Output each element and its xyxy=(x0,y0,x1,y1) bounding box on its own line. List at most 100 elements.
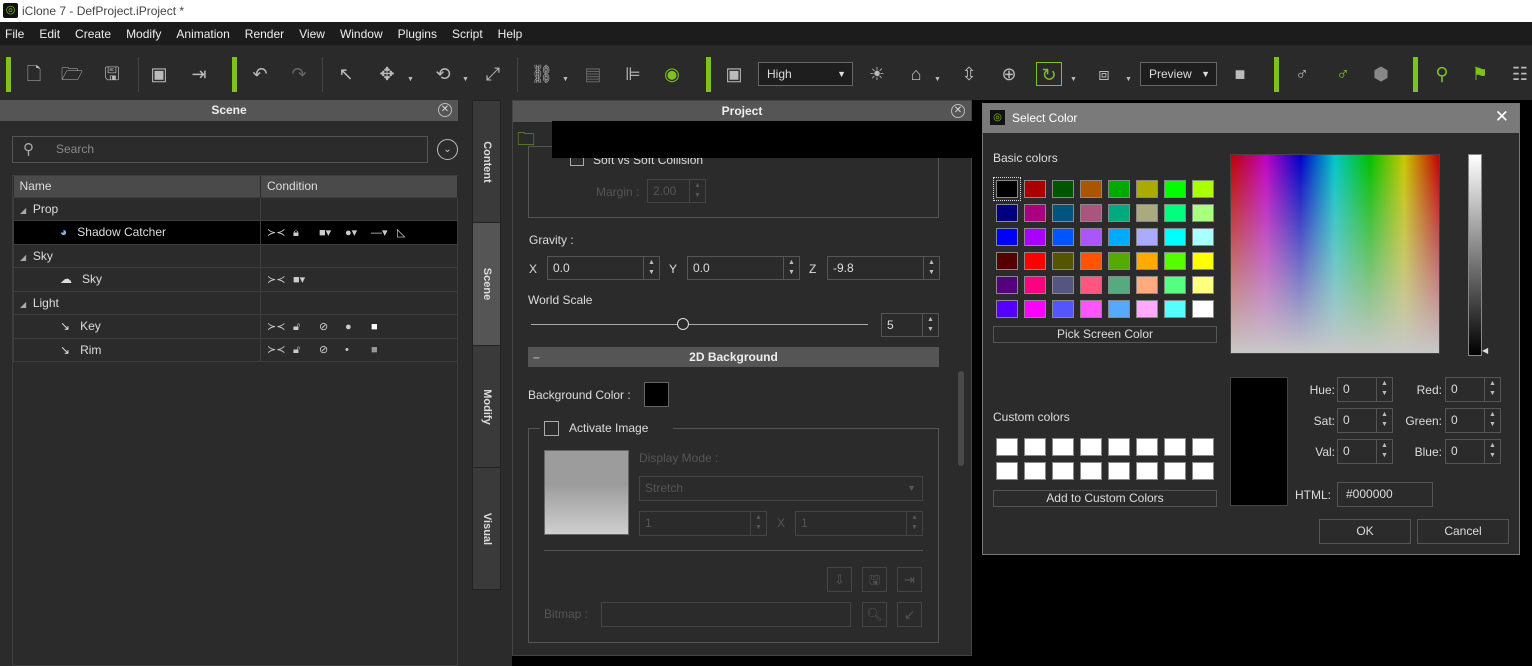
tab-visual[interactable]: Visual xyxy=(472,467,501,590)
browse-folder-icon[interactable]: 🔍︎ xyxy=(862,602,887,627)
home-dropdown-icon[interactable]: ▼ xyxy=(934,76,941,83)
menu-view[interactable]: View xyxy=(299,22,325,45)
shadow-icon[interactable]: ◺ xyxy=(397,226,423,239)
load-image-icon[interactable]: ⇩ xyxy=(827,567,852,592)
menu-render[interactable]: Render xyxy=(245,22,284,45)
pan-icon[interactable]: ⊕ xyxy=(996,62,1022,86)
spinner-arrows-icon[interactable]: ▲ ▼ xyxy=(1376,440,1392,463)
custom-color-swatch[interactable] xyxy=(1164,438,1186,456)
light-color-swatch[interactable]: ■ xyxy=(371,344,397,356)
ok-button[interactable]: OK xyxy=(1319,519,1411,544)
expand-triangle-icon[interactable]: ◢ xyxy=(20,206,26,215)
basic-color-swatch[interactable] xyxy=(996,204,1018,222)
basic-color-swatch[interactable] xyxy=(1164,180,1186,198)
lock-icon[interactable]: 🔒︎ xyxy=(293,227,319,240)
spinner-arrows-icon[interactable]: ▲ ▼ xyxy=(783,257,799,279)
hue-input[interactable]: 0 ▲ ▼ xyxy=(1337,377,1393,402)
home-icon[interactable]: ⌂ xyxy=(903,62,929,86)
spinner-arrows-icon[interactable]: ▲ ▼ xyxy=(689,180,705,202)
light-color-swatch[interactable]: ■ xyxy=(371,321,397,333)
layout-icon[interactable]: ▣ xyxy=(721,62,747,86)
expand-triangle-icon[interactable]: ◢ xyxy=(20,253,26,262)
save-icon[interactable]: 🖫 xyxy=(99,62,125,86)
add-to-custom-colors-button[interactable]: Add to Custom Colors xyxy=(993,490,1217,507)
tab-modify[interactable]: Modify xyxy=(472,345,501,468)
cubes-icon[interactable]: ⬢ xyxy=(1368,62,1394,86)
zoom-vertical-icon[interactable]: ⇳ xyxy=(956,62,982,86)
basic-color-swatch[interactable] xyxy=(1192,180,1214,198)
spinner-arrows-icon[interactable]: ▲ ▼ xyxy=(906,512,922,535)
red-input[interactable]: 0 ▲ ▼ xyxy=(1445,377,1501,402)
basic-color-swatch[interactable] xyxy=(1024,276,1046,294)
move-icon[interactable]: ✥ xyxy=(374,62,400,86)
basic-color-swatch[interactable] xyxy=(1052,204,1074,222)
tree-row-light-group[interactable]: ◢ Light xyxy=(13,290,458,315)
disable-icon[interactable]: ⊘ xyxy=(319,343,345,356)
new-file-icon[interactable]: 🗋 xyxy=(21,62,47,86)
basic-color-swatch[interactable] xyxy=(1024,300,1046,318)
menu-create[interactable]: Create xyxy=(75,22,111,45)
custom-color-swatch[interactable] xyxy=(1024,462,1046,480)
camera-icon[interactable]: ■ xyxy=(1227,62,1253,86)
basic-color-swatch[interactable] xyxy=(1024,180,1046,198)
visibility-icon[interactable]: ≻≺ xyxy=(267,320,293,333)
spinner-arrows-icon[interactable]: ▲ ▼ xyxy=(1484,440,1500,463)
basic-color-swatch[interactable] xyxy=(1192,228,1214,246)
val-input[interactable]: 0 ▲ ▼ xyxy=(1337,439,1393,464)
spinner-arrows-icon[interactable]: ▲ ▼ xyxy=(1376,378,1392,401)
column-condition[interactable]: Condition xyxy=(260,176,458,197)
gravity-z-input[interactable]: -9.8 ▲ ▼ xyxy=(827,256,940,280)
spinner-arrows-icon[interactable]: ▲ ▼ xyxy=(643,257,659,279)
align-disabled-icon[interactable]: ▤ xyxy=(580,62,606,86)
margin-input[interactable]: 2.00 ▲ ▼ xyxy=(647,179,706,203)
menu-help[interactable]: Help xyxy=(498,22,523,45)
custom-color-swatch[interactable] xyxy=(996,438,1018,456)
search-input[interactable]: ⚲ Search xyxy=(12,136,428,163)
close-icon[interactable]: ✕ xyxy=(1495,107,1509,127)
basic-color-swatch[interactable] xyxy=(1024,252,1046,270)
basic-color-swatch[interactable] xyxy=(1052,276,1074,294)
basic-color-swatch[interactable] xyxy=(1080,180,1102,198)
tree-row-prop[interactable]: ◢ Prop xyxy=(13,196,458,221)
basic-color-swatch[interactable] xyxy=(1052,228,1074,246)
gravity-x-input[interactable]: 0.0 ▲ ▼ xyxy=(547,256,660,280)
orbit-icon[interactable]: ↻ xyxy=(1036,62,1062,86)
blue-input[interactable]: 0 ▲ ▼ xyxy=(1445,439,1501,464)
basic-color-swatch[interactable] xyxy=(1192,300,1214,318)
basic-color-swatch[interactable] xyxy=(1108,204,1130,222)
unlock-icon[interactable]: 🔓︎ xyxy=(293,344,319,357)
tile-y-input[interactable]: 1 ▲ ▼ xyxy=(795,511,923,536)
align-icon[interactable]: ⊫ xyxy=(620,62,646,86)
basic-color-swatch[interactable] xyxy=(1136,204,1158,222)
save-image-icon[interactable]: 🖫 xyxy=(862,567,887,592)
custom-color-swatch[interactable] xyxy=(996,462,1018,480)
tree-row-sky-group[interactable]: ◢ Sky xyxy=(13,243,458,268)
custom-color-swatch[interactable] xyxy=(1164,462,1186,480)
tree-row-shadow-catcher[interactable]: ◕ Shadow Catcher ≻≺ 🔒︎ ■▾ ●▾ —▾ ◺ xyxy=(13,220,458,245)
basic-color-swatch[interactable] xyxy=(1192,276,1214,294)
basic-color-swatch[interactable] xyxy=(1108,252,1130,270)
tab-scene[interactable]: Scene xyxy=(472,222,501,346)
expand-triangle-icon[interactable]: ◢ xyxy=(20,300,26,309)
basic-color-swatch[interactable] xyxy=(1108,276,1130,294)
disable-icon[interactable]: ⊘ xyxy=(319,320,345,333)
tree-row-rim[interactable]: ↘ Rim ≻≺ 🔓︎ ⊘ • ■ xyxy=(13,337,458,362)
menu-script[interactable]: Script xyxy=(452,22,483,45)
basic-color-swatch[interactable] xyxy=(1052,180,1074,198)
line-icon[interactable]: —▾ xyxy=(371,226,397,239)
basic-color-swatch[interactable] xyxy=(1164,300,1186,318)
physics-view-icon[interactable]: ♂ xyxy=(1330,62,1356,86)
custom-color-swatch[interactable] xyxy=(1024,438,1046,456)
spinner-arrows-icon[interactable]: ▲ ▼ xyxy=(922,314,938,336)
tab-content[interactable]: Content xyxy=(472,100,501,223)
basic-color-swatch[interactable] xyxy=(996,252,1018,270)
basic-color-swatch[interactable] xyxy=(1136,228,1158,246)
basic-color-swatch[interactable] xyxy=(1080,252,1102,270)
display-mode-select[interactable]: Stretch ▼ xyxy=(639,476,923,501)
scrollbar[interactable] xyxy=(958,371,964,466)
basic-color-swatch[interactable] xyxy=(1192,252,1214,270)
basic-color-swatch[interactable] xyxy=(1080,276,1102,294)
close-icon[interactable]: ✕ xyxy=(951,104,965,118)
render-quality-select[interactable]: High ▼ xyxy=(758,62,853,86)
basic-color-swatch[interactable] xyxy=(996,276,1018,294)
